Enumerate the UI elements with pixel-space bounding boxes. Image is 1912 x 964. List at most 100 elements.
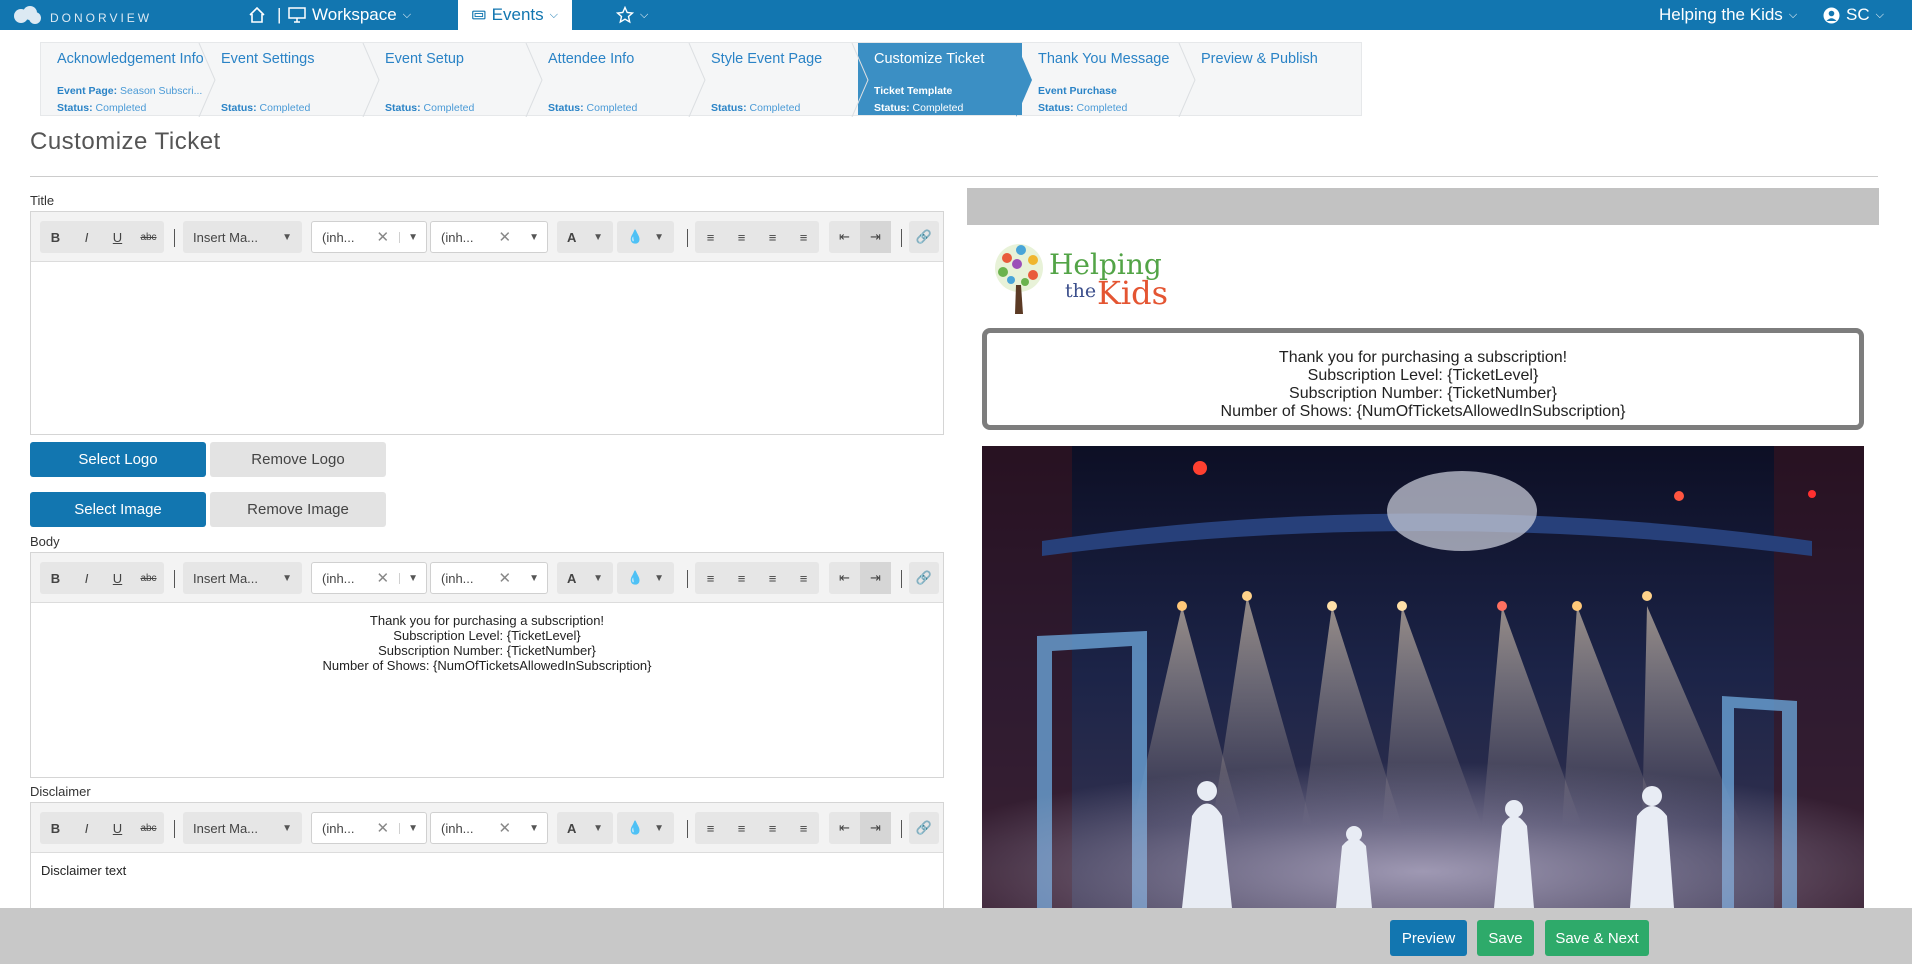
italic-button[interactable]: I bbox=[71, 812, 102, 844]
font-color-dropdown[interactable]: A ▼ bbox=[557, 812, 613, 844]
clear-icon[interactable]: ✕ bbox=[499, 228, 512, 246]
step-style-event-page[interactable]: Style Event Page Status: Completed bbox=[695, 43, 858, 115]
bold-button[interactable]: B bbox=[40, 221, 71, 253]
step-acknowledgement-info[interactable]: Acknowledgement Info Event Page: Season … bbox=[41, 43, 205, 115]
link-icon[interactable]: 🔗 bbox=[909, 812, 939, 844]
remove-image-button[interactable]: Remove Image bbox=[210, 492, 386, 527]
indent-buttons: ⇤ ⇥ bbox=[829, 221, 891, 253]
dropdown-arrow-icon[interactable]: ▼ bbox=[399, 572, 426, 584]
font-family-select[interactable]: (inh... ✕ ▼ bbox=[311, 221, 427, 253]
events-menu[interactable]: Events ⌵ bbox=[458, 0, 572, 30]
clear-icon[interactable]: ✕ bbox=[377, 819, 390, 837]
dropdown-arrow-icon[interactable]: ▼ bbox=[521, 232, 547, 243]
outdent-icon[interactable]: ⇤ bbox=[829, 562, 860, 594]
page-title: Customize Ticket bbox=[30, 128, 221, 155]
remove-logo-button[interactable]: Remove Logo bbox=[210, 442, 386, 477]
strikethrough-button[interactable]: abc bbox=[133, 562, 164, 594]
step-title: Style Event Page bbox=[711, 51, 823, 67]
indent-icon[interactable]: ⇥ bbox=[860, 812, 891, 844]
clear-icon[interactable]: ✕ bbox=[377, 569, 390, 587]
link-icon[interactable]: 🔗 bbox=[909, 562, 939, 594]
step-status: Status: Completed bbox=[874, 102, 964, 114]
save-and-next-button[interactable]: Save & Next bbox=[1545, 920, 1649, 956]
step-event-settings[interactable]: Event Settings Status: Completed bbox=[205, 43, 369, 115]
toolbar-separator bbox=[174, 820, 175, 838]
dropdown-arrow-icon[interactable]: ▼ bbox=[521, 573, 547, 584]
outdent-icon[interactable]: ⇤ bbox=[829, 221, 860, 253]
star-icon bbox=[616, 6, 634, 24]
font-color-dropdown[interactable]: A ▼ bbox=[557, 562, 613, 594]
font-family-select[interactable]: (inh... ✕ ▼ bbox=[311, 812, 427, 844]
dropdown-arrow-icon[interactable]: ▼ bbox=[399, 822, 426, 834]
bold-button[interactable]: B bbox=[40, 812, 71, 844]
clear-icon[interactable]: ✕ bbox=[499, 819, 512, 837]
body-content-area[interactable]: Thank you for purchasing a subscription!… bbox=[31, 603, 943, 777]
disclaimer-content-area[interactable]: Disclaimer text bbox=[31, 853, 943, 888]
align-left-icon[interactable]: ≡ bbox=[695, 812, 726, 844]
justify-icon[interactable]: ≡ bbox=[788, 221, 819, 253]
align-right-icon[interactable]: ≡ bbox=[757, 221, 788, 253]
align-left-icon[interactable]: ≡ bbox=[695, 562, 726, 594]
underline-button[interactable]: U bbox=[102, 562, 133, 594]
clear-icon[interactable]: ✕ bbox=[377, 228, 390, 246]
indent-icon[interactable]: ⇥ bbox=[860, 221, 891, 253]
insert-merge-field-dropdown[interactable]: Insert Ma... ▼ bbox=[183, 562, 302, 594]
brand[interactable]: DONORVIEW bbox=[12, 5, 152, 30]
link-icon[interactable]: 🔗 bbox=[909, 221, 939, 253]
font-size-select[interactable]: (inh... ✕ ▼ bbox=[430, 562, 548, 594]
clear-icon[interactable]: ✕ bbox=[499, 569, 512, 587]
justify-icon[interactable]: ≡ bbox=[788, 812, 819, 844]
save-button[interactable]: Save bbox=[1477, 920, 1534, 956]
step-customize-ticket[interactable]: Customize Ticket Ticket Template Status:… bbox=[858, 43, 1022, 115]
strikethrough-button[interactable]: abc bbox=[133, 221, 164, 253]
format-buttons: B I U abc bbox=[40, 562, 164, 594]
underline-button[interactable]: U bbox=[102, 221, 133, 253]
editor-toolbar: B I U abc Insert Ma... ▼ (inh... ✕ ▼ (inh..… bbox=[31, 212, 943, 262]
user-menu[interactable]: SC ⌵ bbox=[1823, 0, 1884, 30]
underline-button[interactable]: U bbox=[102, 812, 133, 844]
background-color-dropdown[interactable]: 💧 ▼ bbox=[617, 221, 674, 253]
font-color-dropdown[interactable]: A ▼ bbox=[557, 221, 613, 253]
events-label: Events bbox=[491, 5, 544, 24]
insert-merge-field-dropdown[interactable]: Insert Ma... ▼ bbox=[183, 812, 302, 844]
select-image-button[interactable]: Select Image bbox=[30, 492, 206, 527]
italic-button[interactable]: I bbox=[71, 221, 102, 253]
insert-merge-field-dropdown[interactable]: Insert Ma... ▼ bbox=[183, 221, 302, 253]
italic-button[interactable]: I bbox=[71, 562, 102, 594]
align-left-icon[interactable]: ≡ bbox=[695, 221, 726, 253]
step-event-setup[interactable]: Event Setup Status: Completed bbox=[369, 43, 532, 115]
align-right-icon[interactable]: ≡ bbox=[757, 562, 788, 594]
step-preview-publish[interactable]: Preview & Publish bbox=[1185, 43, 1361, 115]
step-event-page: Event Page: Season Subscri... bbox=[57, 85, 203, 97]
font-size-select[interactable]: (inh... ✕ ▼ bbox=[430, 221, 548, 253]
font-family-select[interactable]: (inh... ✕ ▼ bbox=[311, 562, 427, 594]
align-center-icon[interactable]: ≡ bbox=[726, 562, 757, 594]
strikethrough-button[interactable]: abc bbox=[133, 812, 164, 844]
bold-button[interactable]: B bbox=[40, 562, 71, 594]
logo-text-kids: Kids bbox=[1097, 274, 1169, 312]
format-buttons: B I U abc bbox=[40, 812, 164, 844]
background-color-dropdown[interactable]: 💧 ▼ bbox=[617, 812, 674, 844]
indent-icon[interactable]: ⇥ bbox=[860, 562, 891, 594]
align-right-icon[interactable]: ≡ bbox=[757, 812, 788, 844]
donorview-logo-icon bbox=[12, 5, 42, 30]
body-line: Thank you for purchasing a subscription! bbox=[369, 613, 605, 628]
outdent-icon[interactable]: ⇤ bbox=[829, 812, 860, 844]
dropdown-arrow-icon[interactable]: ▼ bbox=[521, 823, 547, 834]
title-content-area[interactable] bbox=[31, 262, 943, 434]
select-logo-button[interactable]: Select Logo bbox=[30, 442, 206, 477]
align-center-icon[interactable]: ≡ bbox=[726, 221, 757, 253]
align-center-icon[interactable]: ≡ bbox=[726, 812, 757, 844]
workspace-menu[interactable]: Workspace ⌵ bbox=[288, 0, 411, 30]
preview-button[interactable]: Preview bbox=[1390, 920, 1467, 956]
font-size-select[interactable]: (inh... ✕ ▼ bbox=[430, 812, 548, 844]
background-color-dropdown[interactable]: 💧 ▼ bbox=[617, 562, 674, 594]
disclaimer-label: Disclaimer bbox=[30, 784, 91, 799]
favorites-menu[interactable]: ⌵ bbox=[616, 0, 648, 30]
dropdown-arrow-icon[interactable]: ▼ bbox=[399, 231, 426, 243]
home-icon[interactable] bbox=[248, 0, 266, 30]
organization-menu[interactable]: Helping the Kids ⌵ bbox=[1659, 0, 1797, 30]
step-thank-you-message[interactable]: Thank You Message Event Purchase Status:… bbox=[1022, 43, 1185, 115]
justify-icon[interactable]: ≡ bbox=[788, 562, 819, 594]
step-attendee-info[interactable]: Attendee Info Status: Completed bbox=[532, 43, 695, 115]
